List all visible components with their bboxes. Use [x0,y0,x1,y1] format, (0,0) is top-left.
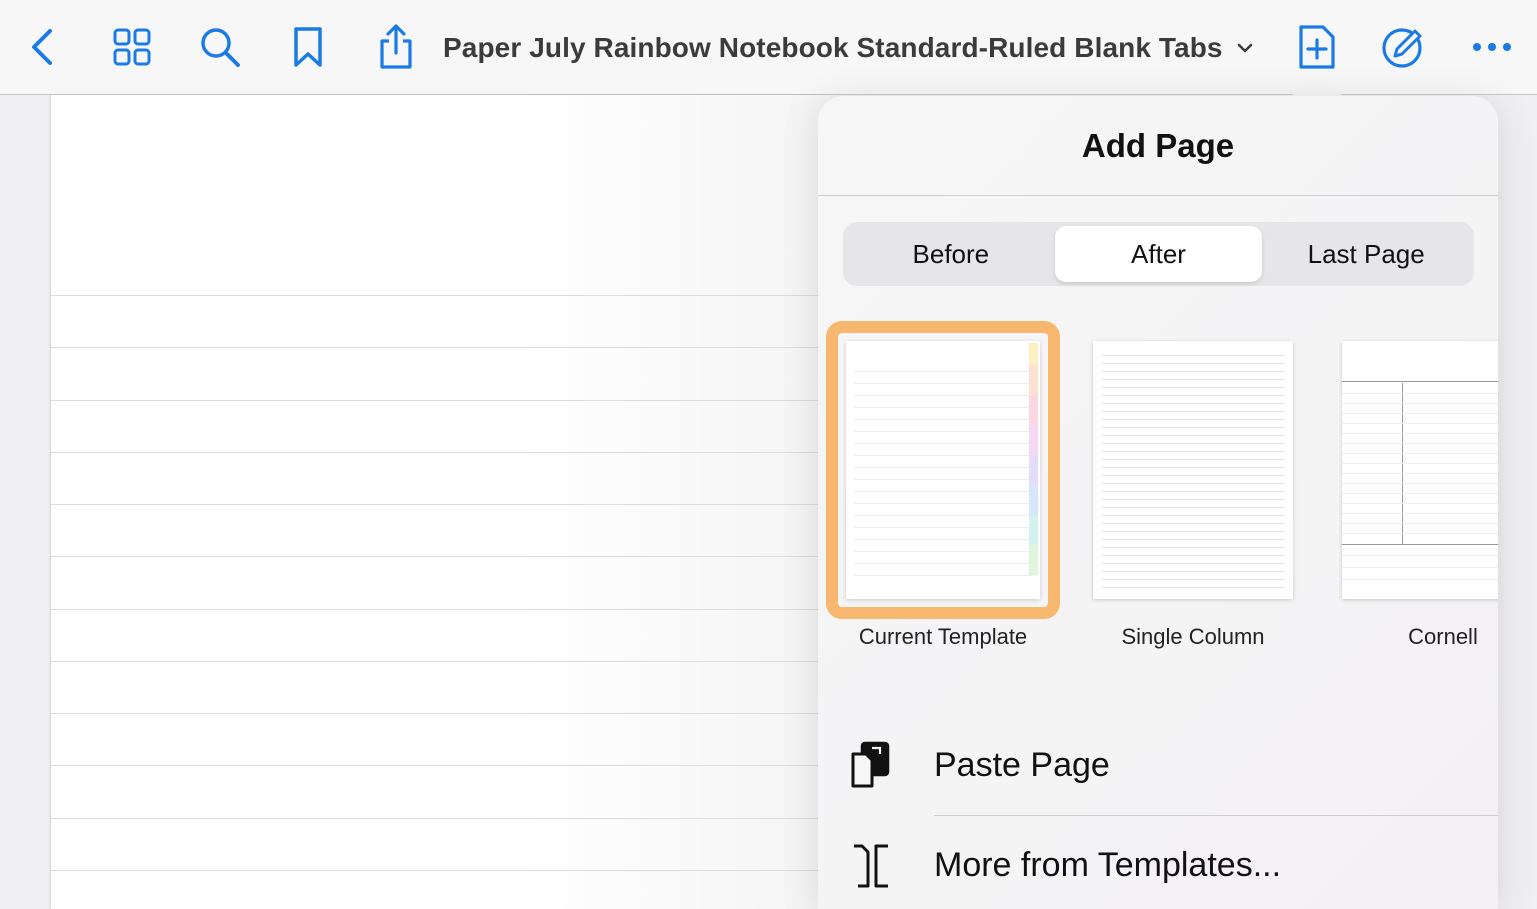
paste-page-label: Paste Page [934,746,1110,784]
add-page-icon[interactable] [1293,22,1341,72]
paste-page-action[interactable]: Paste Page [818,716,1498,816]
notebook-page[interactable] [51,95,831,909]
popover-arrow [1291,76,1343,96]
title-chevron-down-icon [1237,42,1253,54]
template-label: Single Column [1121,624,1265,649]
ruled-line [51,713,831,714]
ruled-line [51,295,831,296]
paste-page-icon [850,740,892,790]
template-label: Current Template [858,624,1028,649]
segment-after[interactable]: After [1054,226,1263,282]
ruled-line [51,609,831,610]
ruled-line [51,504,831,505]
page-position-control: Before After Last Page [843,222,1474,286]
template-thumbnail [846,341,1040,599]
segment-last-page[interactable]: Last Page [1262,226,1470,282]
more-templates-action[interactable]: More from Templates... [818,816,1498,909]
ruled-line [51,452,831,453]
template-carousel: Current Template Single Column Cornell [818,321,1498,661]
ruled-line [51,400,831,401]
add-page-popover: Add Page Before After Last Page Current … [818,96,1498,909]
ruled-line [51,870,831,871]
document-title[interactable]: Paper July Rainbow Notebook Standard-Rul… [443,30,1253,66]
pencil-circle-icon[interactable] [1380,22,1428,72]
templates-icon [850,840,892,890]
rainbow-tabs [1029,343,1038,597]
more-icon[interactable] [1468,22,1516,72]
document-title-text: Paper July Rainbow Notebook Standard-Rul… [443,32,1223,63]
share-icon[interactable] [372,22,420,72]
template-thumbnail [1093,341,1293,599]
template-thumbnail [1342,341,1498,599]
ruled-line [51,765,831,766]
template-label: Cornell [1408,624,1478,649]
ruled-line [51,661,831,662]
popover-title: Add Page [818,96,1498,196]
grid-icon[interactable] [108,22,156,72]
search-icon[interactable] [196,22,244,72]
ruled-line [51,347,831,348]
more-templates-label: More from Templates... [934,846,1282,884]
bookmark-icon[interactable] [284,22,332,72]
segment-before[interactable]: Before [847,226,1055,282]
ruled-line [51,556,831,557]
back-chevron-icon[interactable] [18,22,66,72]
ruled-line [51,818,831,819]
